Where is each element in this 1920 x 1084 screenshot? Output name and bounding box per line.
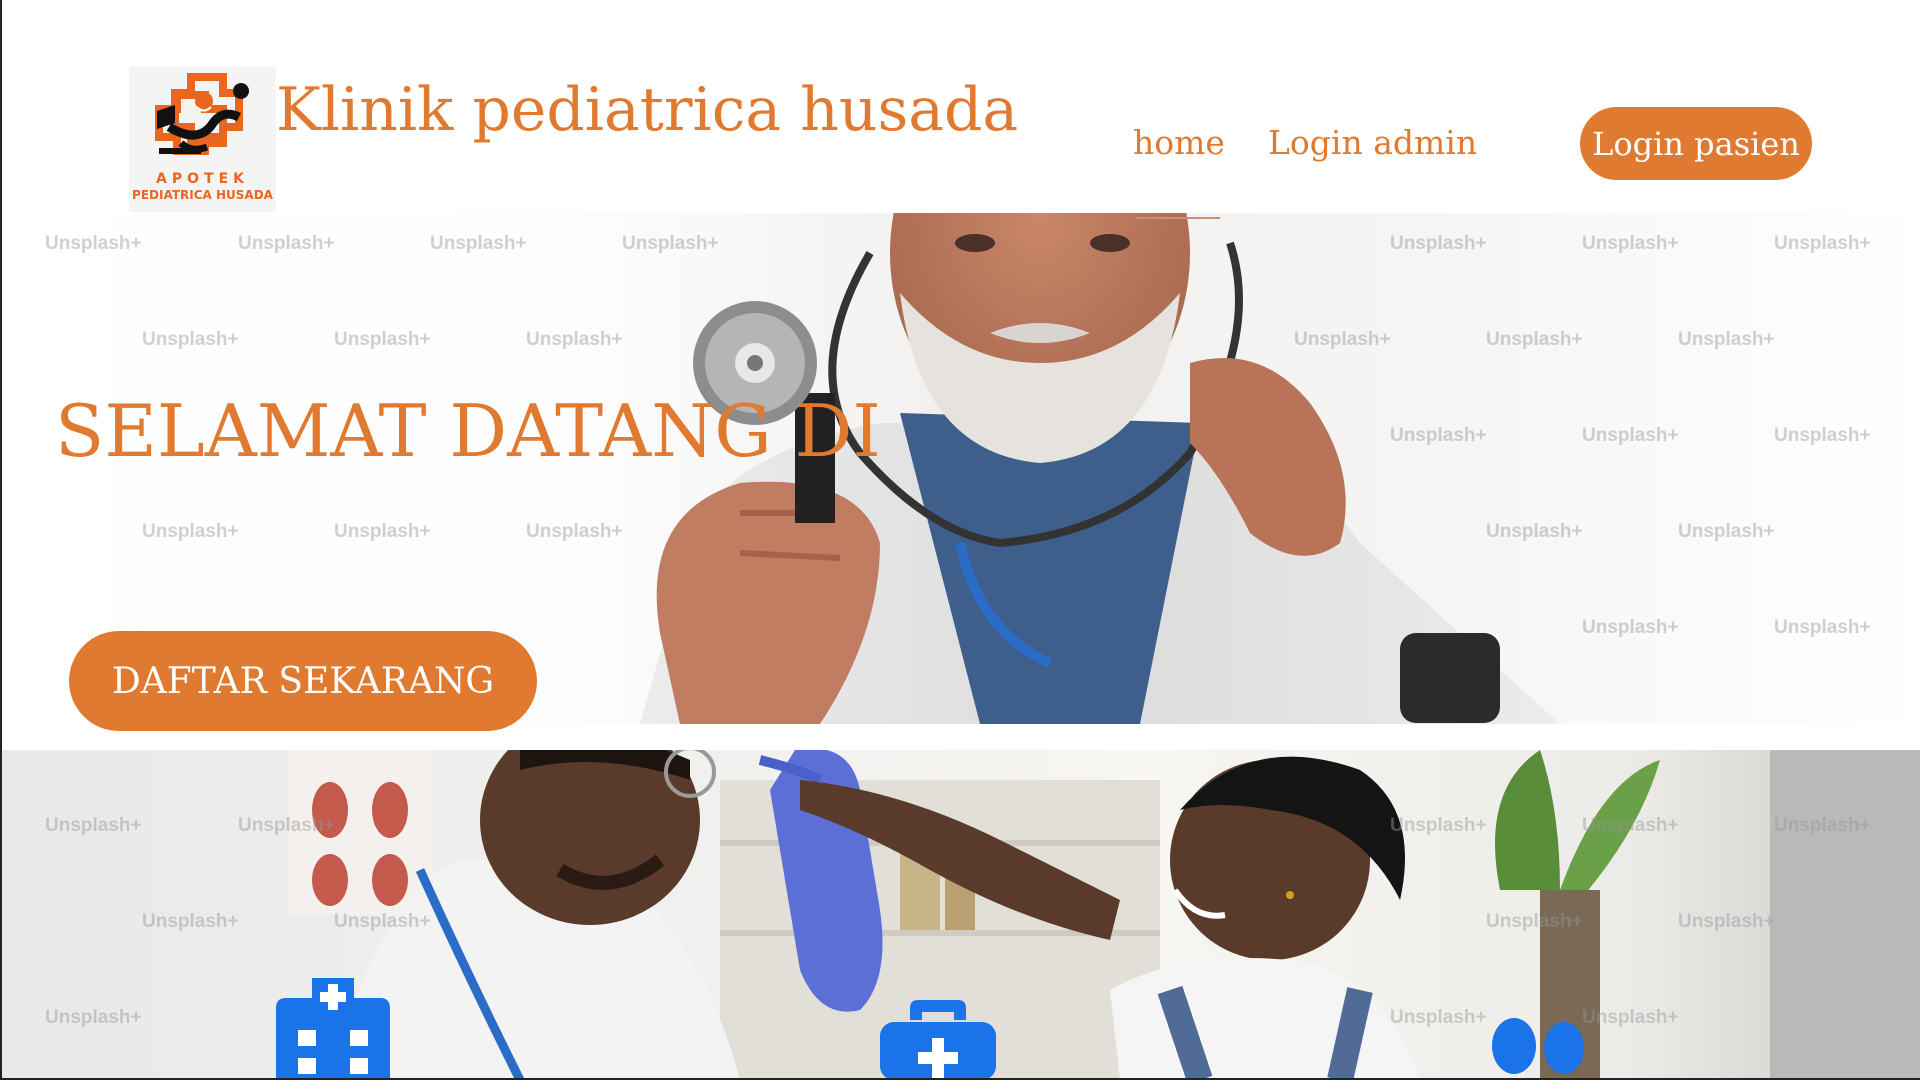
clinic-logo[interactable]: APOTEK PEDIATRICA HUSADA <box>129 67 276 212</box>
login-pasien-button[interactable]: Login pasien <box>1580 107 1812 180</box>
users-icon <box>1488 1010 1588 1084</box>
nav-login-admin-link[interactable]: Login admin <box>1268 126 1477 159</box>
daftar-sekarang-button[interactable]: DAFTAR SEKARANG <box>69 631 537 731</box>
site-header: APOTEK PEDIATRICA HUSADA Klinik pediatri… <box>0 0 1920 213</box>
logo-line-clinic-name: PEDIATRICA HUSADA <box>132 188 273 202</box>
logo-line-apotek: APOTEK <box>156 171 249 187</box>
nav-active-underline <box>1136 217 1220 219</box>
nav-home-link[interactable]: home <box>1133 126 1225 159</box>
medical-kit-icon <box>880 1000 996 1084</box>
site-title: Klinik pediatrica husada <box>276 75 1019 145</box>
hero-welcome-title: SELAMAT DATANG DI <box>55 389 881 473</box>
hospital-icon <box>276 978 390 1084</box>
